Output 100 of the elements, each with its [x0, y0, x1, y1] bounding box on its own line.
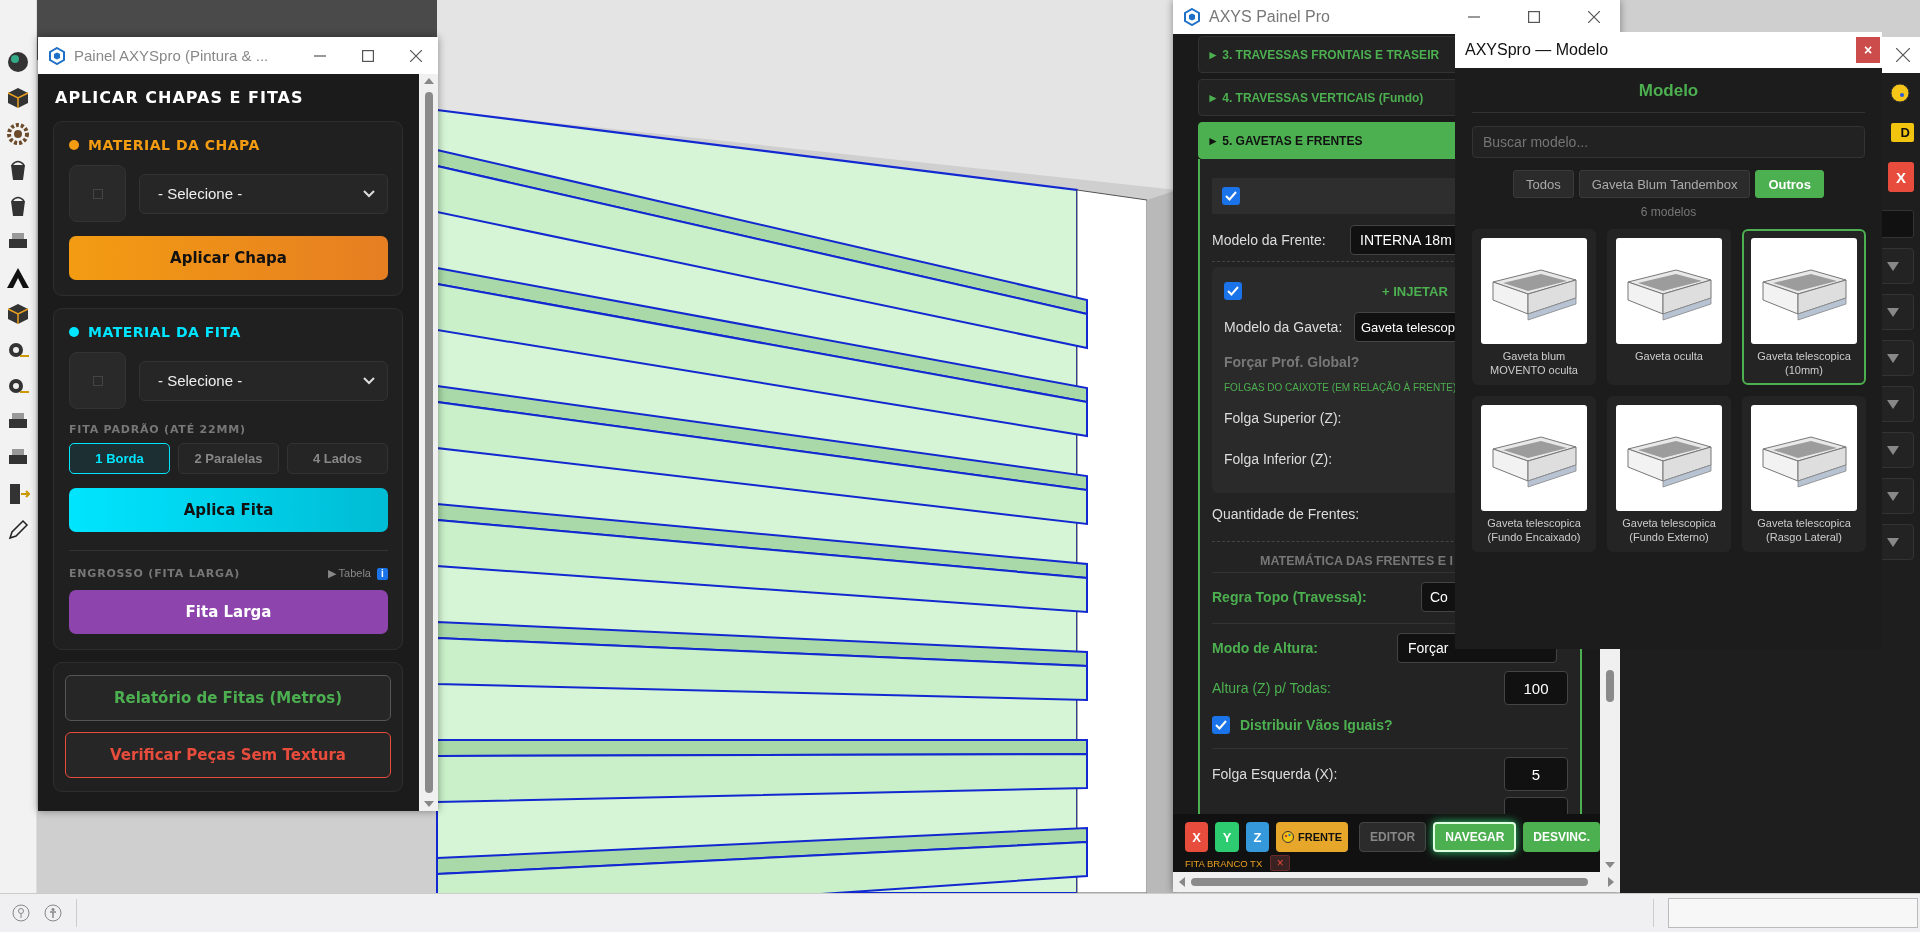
material-select[interactable]: - Selecione - [139, 173, 388, 214]
window-title: Painel AXYSpro (Pintura & ... [74, 47, 270, 64]
panel-heading: APLICAR CHAPAS E FITAS [55, 88, 305, 107]
measurements-field[interactable] [1668, 898, 1918, 928]
filter-tab[interactable]: Gaveta Blum Tandembox [1578, 170, 1751, 198]
model-name: Gaveta telescopica (10mm) [1756, 349, 1852, 377]
scroll-up-icon[interactable] [423, 78, 434, 84]
caret-down-icon [1887, 491, 1899, 501]
edge-option-toggle[interactable]: 4 Lados [287, 443, 388, 474]
group-label: FOLGAS DO CAIXOTE (EM RELAÇÃO À FRENTE) [1224, 382, 1457, 393]
edge-option-toggle[interactable]: 1 Borda [69, 443, 170, 474]
caret-down-icon [1887, 445, 1899, 455]
maximize-icon[interactable] [1528, 11, 1540, 23]
field-label: Altura (Z) p/ Todas: [1212, 680, 1331, 696]
empty-square-icon [92, 188, 103, 199]
close-button[interactable]: × [1856, 37, 1880, 63]
empty-square-icon [92, 375, 103, 386]
caret-down-icon [1887, 399, 1899, 409]
filter-tab[interactable]: Todos [1512, 170, 1574, 198]
scroll-thumb[interactable] [424, 92, 433, 793]
model-card[interactable]: Gaveta telescopica (10mm) [1742, 229, 1866, 385]
checkbox[interactable] [1224, 282, 1242, 300]
number-input[interactable]: 5 [1504, 757, 1568, 791]
mode-badge: D [1890, 123, 1914, 142]
field-label: Modo de Altura: [1212, 640, 1320, 656]
model-card[interactable]: Gaveta telescopica (Fundo Externo) [1607, 396, 1731, 552]
model-name: Gaveta oculta [1634, 349, 1704, 363]
caret-down-icon [1887, 307, 1899, 317]
material-select[interactable]: - Selecione - [139, 360, 388, 401]
chevron-down-icon [363, 376, 375, 385]
sphere-icon[interactable] [6, 50, 30, 74]
table-link[interactable]: ▶ Tabela [327, 567, 371, 580]
location-pin-icon[interactable] [12, 904, 30, 922]
chevron-down-icon [363, 189, 375, 198]
front-button[interactable]: FRENTE [1276, 822, 1349, 852]
editor-button[interactable]: EDITOR [1359, 822, 1427, 852]
group-heading: MATEMÁTICA DAS FRENTES E I [1259, 554, 1454, 568]
palette-icon[interactable] [1890, 83, 1910, 103]
scroll-down-icon[interactable] [1605, 862, 1615, 868]
edge-option-toggle[interactable]: 2 Paralelas [178, 443, 279, 474]
inject-title: + INJETAR [1382, 283, 1448, 299]
remove-button[interactable]: × [1270, 855, 1291, 871]
report-button[interactable]: Relatório de Fitas (Metros) [65, 675, 391, 721]
maximize-icon[interactable] [362, 49, 374, 62]
caret-down-icon [1887, 537, 1899, 547]
scroll-thumb[interactable] [1606, 670, 1614, 702]
field-label: Folga Superior (Z): [1224, 410, 1342, 426]
model-card[interactable]: Gaveta oculta [1607, 229, 1731, 385]
section-title: MATERIAL DA CHAPA [88, 137, 260, 153]
palette-icon [1282, 831, 1295, 843]
section-title: MATERIAL DA FITA [88, 324, 241, 340]
model-card[interactable]: Gaveta blum MOVENTO oculta [1472, 229, 1596, 385]
scrollbar[interactable] [419, 74, 438, 811]
triangle-logo-icon[interactable] [6, 266, 30, 290]
field-label: Folga Inferior (Z): [1224, 451, 1333, 467]
field-label: FITA PADRÃO (ATÉ 22MM) [69, 423, 247, 436]
scrollbar[interactable] [1173, 872, 1620, 892]
scroll-thumb[interactable] [1191, 878, 1588, 886]
check-button[interactable]: Verificar Peças Sem Textura [65, 732, 391, 778]
app-logo-icon [1183, 8, 1201, 26]
caret-down-icon [1887, 353, 1899, 363]
model-name: Gaveta telescopica (Fundo Externo) [1621, 516, 1717, 544]
caret-down-icon [1887, 261, 1899, 271]
field-label: Quantidade de Frentes: [1212, 506, 1360, 522]
person-icon[interactable] [44, 904, 62, 922]
number-input[interactable]: 100 [1504, 671, 1568, 705]
result-count: 6 modelos [1639, 205, 1698, 219]
checkbox[interactable] [1212, 716, 1230, 734]
close-icon[interactable] [1588, 11, 1600, 23]
scroll-left-icon[interactable] [1179, 877, 1185, 887]
model-name: Gaveta blum MOVENTO oculta [1489, 349, 1579, 377]
checkbox[interactable] [1222, 187, 1240, 205]
model-card[interactable]: Gaveta telescopica (Fundo Encaixado) [1472, 396, 1596, 552]
field-label: Modelo da Gaveta: [1224, 319, 1344, 335]
scroll-down-icon[interactable] [423, 801, 434, 807]
model-name: Gaveta telescopica (Fundo Encaixado) [1486, 516, 1582, 544]
close-icon[interactable] [410, 49, 422, 62]
search-field[interactable]: Buscar modelo... [1472, 126, 1865, 158]
info-badge[interactable]: i [377, 567, 388, 580]
cube-icon[interactable] [6, 86, 30, 110]
close-icon[interactable] [1896, 48, 1910, 62]
model-name: Gaveta telescopica (Rasgo Lateral) [1756, 516, 1852, 544]
pencil-icon[interactable] [6, 518, 30, 542]
apply-button[interactable]: Aplica Fita [69, 488, 388, 532]
field-label: Regra Topo (Travessa): [1212, 589, 1368, 605]
scroll-right-icon[interactable] [1608, 877, 1614, 887]
apply-button[interactable]: Aplicar Chapa [69, 236, 388, 280]
axis-button[interactable]: X [1185, 822, 1209, 852]
cube-icon[interactable] [6, 302, 30, 326]
axis-button[interactable]: Z [1245, 822, 1270, 852]
gear-icon[interactable] [6, 122, 30, 146]
app-logo-icon [48, 46, 66, 65]
field-label: Forçar Prof. Global? [1224, 354, 1360, 370]
wide-tape-button[interactable]: Fita Larga [69, 590, 388, 634]
window-title: AXYS Painel Pro [1209, 8, 1331, 26]
field-label: Modelo da Frente: [1212, 232, 1327, 248]
close-button[interactable]: X [1888, 162, 1914, 192]
field-label: Folga Esquerda (X): [1212, 766, 1338, 782]
field-label: ENGROSSO (FITA LARGA) [69, 567, 241, 580]
model-card[interactable]: Gaveta telescopica (Rasgo Lateral) [1742, 396, 1866, 552]
